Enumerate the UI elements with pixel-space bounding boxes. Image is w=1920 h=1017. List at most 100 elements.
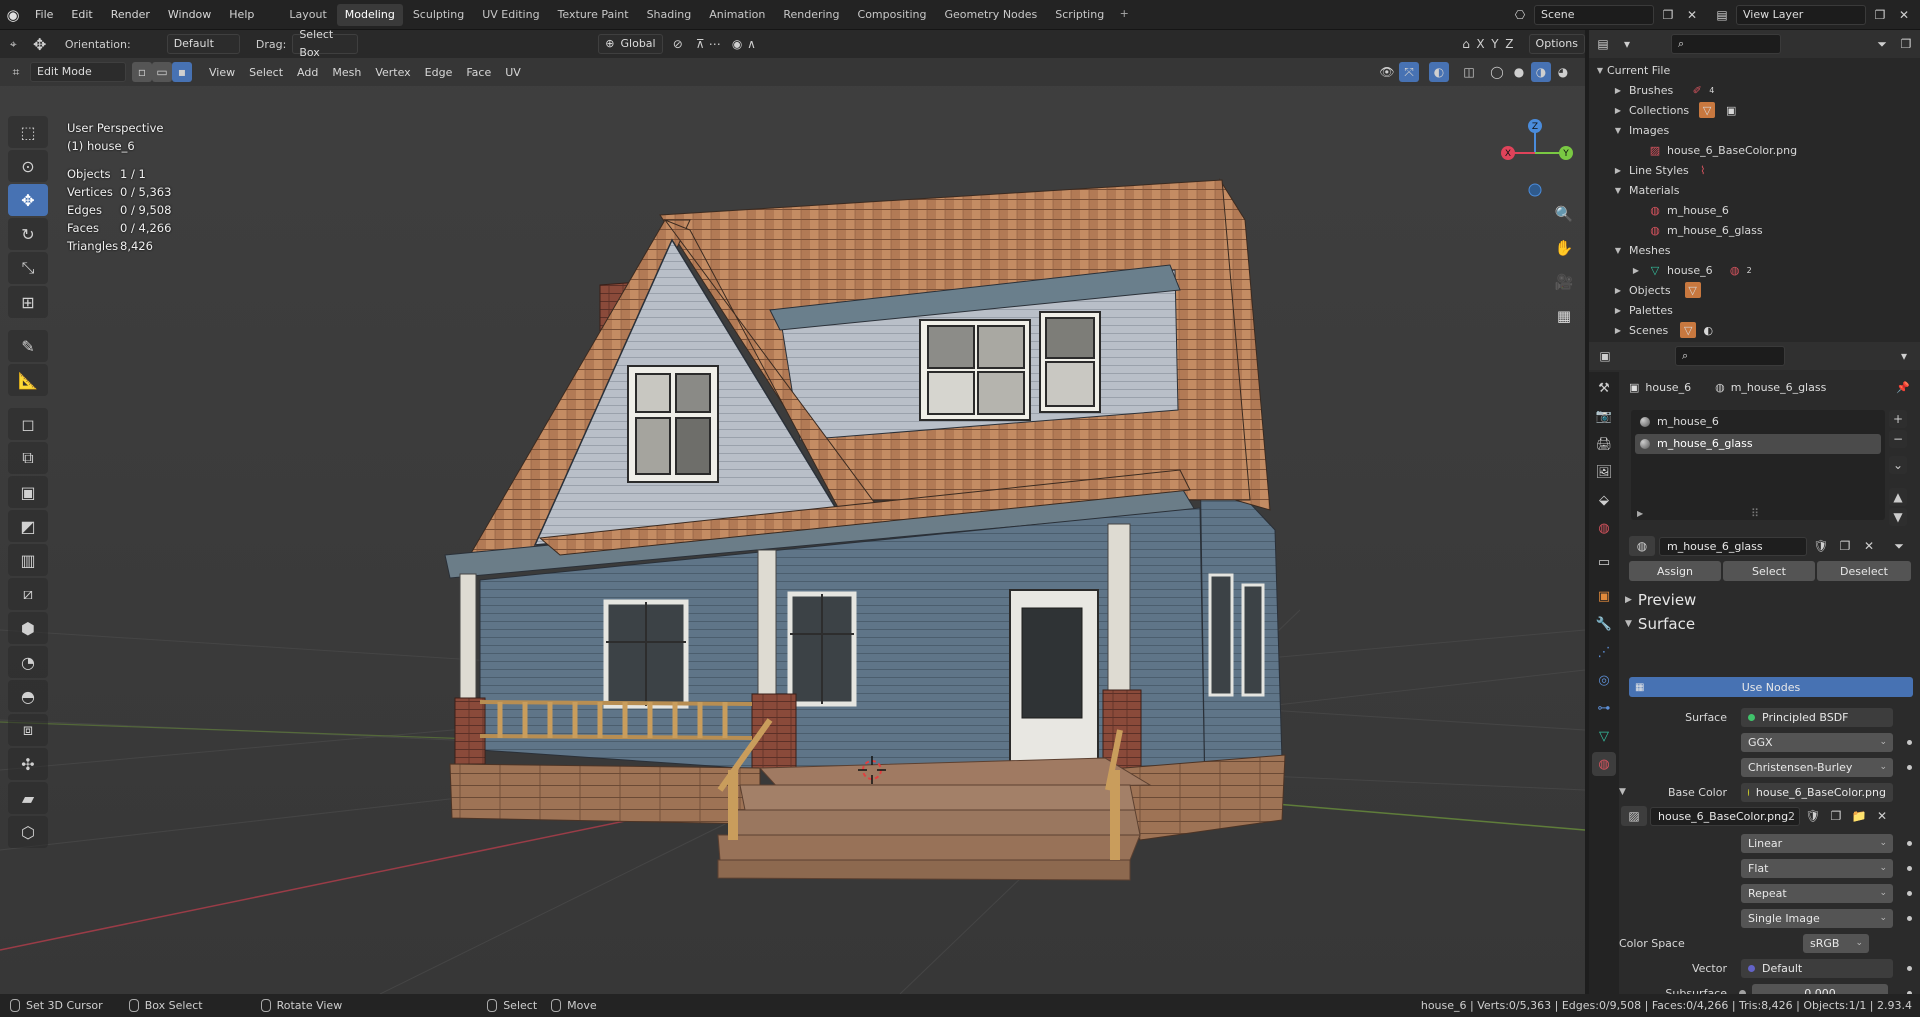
assign-button[interactable]: Assign	[1629, 561, 1721, 581]
proportional-edit-icon[interactable]: ◉	[730, 34, 744, 54]
poly-build-icon[interactable]: ⬢	[8, 612, 48, 644]
axis-x-toggle[interactable]: X	[1473, 34, 1487, 54]
annotate-icon[interactable]: ✎	[8, 330, 48, 362]
outliner-search-input[interactable]: ⌕	[1671, 34, 1781, 54]
pin-icon[interactable]: 📌	[1896, 381, 1910, 394]
rotate-icon[interactable]: ↻	[8, 218, 48, 250]
surface-panel-header[interactable]: ▼ Surface	[1619, 612, 1695, 636]
mode-dropdown[interactable]: Edit Mode	[30, 62, 126, 82]
menu-view[interactable]: View	[202, 66, 242, 79]
use-nodes-button[interactable]: ▦ Use Nodes	[1629, 677, 1913, 697]
new-view-layer-icon[interactable]: ❐	[1870, 5, 1890, 25]
image-source-dropdown[interactable]: Single Image ⌄	[1741, 908, 1893, 928]
material-slot-0[interactable]: m_house_6	[1635, 412, 1881, 432]
display-mode-icon[interactable]: ▾	[1617, 34, 1637, 54]
orientation-dropdown[interactable]: Default	[166, 34, 240, 54]
open-image-icon[interactable]: 📁	[1849, 806, 1869, 826]
surface-shader-field[interactable]: Principled BSDF	[1741, 707, 1893, 727]
menu-render[interactable]: Render	[102, 0, 159, 30]
menu-face[interactable]: Face	[459, 66, 498, 79]
menu-add[interactable]: Add	[290, 66, 325, 79]
new-collection-icon[interactable]: ❐	[1896, 34, 1916, 54]
keyframe-dot[interactable]	[1907, 865, 1912, 871]
edge-slide-icon[interactable]: ⧈	[8, 714, 48, 746]
tab-rendering[interactable]: Rendering	[775, 4, 847, 26]
move-slot-up-icon[interactable]: ▲	[1889, 488, 1907, 506]
browse-image-icon[interactable]: ▨	[1621, 806, 1647, 826]
outliner-item-basecolor-image[interactable]: ▨ house_6_BaseColor.png	[1589, 140, 1920, 160]
navigation-gizmo[interactable]: Z X Y	[1490, 118, 1580, 208]
link-menu-icon[interactable]: ⏷	[1889, 536, 1909, 556]
show-gizmo-icon[interactable]: ⤧	[1399, 62, 1419, 82]
pan-hand-icon[interactable]: ✋	[1548, 234, 1580, 262]
keyframe-dot[interactable]	[1907, 739, 1912, 745]
tab-animation[interactable]: Animation	[701, 4, 773, 26]
properties-editor-type-icon[interactable]: ▣	[1595, 346, 1615, 366]
editor-type-icon[interactable]: ⌖	[6, 34, 20, 54]
spin-icon[interactable]: ◔	[8, 646, 48, 678]
outliner-item-material-glass[interactable]: ◍ m_house_6_glass	[1589, 220, 1920, 240]
menu-vertex[interactable]: Vertex	[368, 66, 417, 79]
tab-scripting[interactable]: Scripting	[1047, 4, 1112, 26]
edge-select-icon[interactable]: ▭	[152, 62, 172, 82]
physics-tab-icon[interactable]: ◎	[1592, 668, 1616, 692]
inset-icon[interactable]: ▣	[8, 476, 48, 508]
modifier-tab-icon[interactable]: 🔧	[1592, 612, 1616, 636]
shear-icon[interactable]: ▰	[8, 782, 48, 814]
scale-icon[interactable]: ⤡	[8, 252, 48, 284]
outliner-item-materials[interactable]: ▼ Materials	[1589, 180, 1920, 200]
zoom-icon[interactable]: 🔍	[1548, 200, 1580, 228]
solid-shading-icon[interactable]: ●	[1509, 62, 1529, 82]
unlink-material-icon[interactable]: ✕	[1859, 536, 1879, 556]
rip-icon[interactable]: ⬡	[8, 816, 48, 848]
world-tab-icon[interactable]: ◍	[1592, 516, 1616, 540]
outliner-item-meshes[interactable]: ▼ Meshes	[1589, 240, 1920, 260]
extension-dropdown[interactable]: Repeat ⌄	[1741, 883, 1893, 903]
delete-view-layer-icon[interactable]: ✕	[1894, 5, 1914, 25]
outliner-item-objects[interactable]: ▶ Objects ▽	[1589, 280, 1920, 300]
slot-specials-icon[interactable]: ⌄	[1889, 456, 1907, 474]
menu-edit[interactable]: Edit	[62, 0, 101, 30]
vertex-select-icon[interactable]: ▫	[132, 62, 152, 82]
move-slot-down-icon[interactable]: ▼	[1889, 508, 1907, 526]
visibility-icon[interactable]: 👁	[1377, 62, 1397, 82]
extrude-icon[interactable]: ⧉	[8, 442, 48, 474]
tab-shading[interactable]: Shading	[639, 4, 700, 26]
filter-icon[interactable]: ⏷	[1872, 34, 1892, 54]
editor-type-icon-2[interactable]: ⌗	[6, 62, 26, 82]
collection-tab-icon[interactable]: ▭	[1592, 550, 1616, 574]
fake-user-icon[interactable]: 🛡	[1811, 536, 1831, 556]
interpolation-dropdown[interactable]: Linear ⌄	[1741, 833, 1893, 853]
knife-icon[interactable]: ⧄	[8, 578, 48, 610]
data-tab-icon[interactable]: ▽	[1592, 724, 1616, 748]
particles-tab-icon[interactable]: ⋰	[1592, 640, 1616, 664]
view-layer-browse-icon[interactable]: ▤	[1712, 5, 1732, 25]
scene-browse-icon[interactable]: ⎔	[1510, 5, 1530, 25]
properties-options-icon[interactable]: ▾	[1894, 346, 1914, 366]
browse-material-icon[interactable]: ◍	[1629, 536, 1655, 556]
menu-help[interactable]: Help	[220, 0, 263, 30]
rendered-shading-icon[interactable]: ◕	[1553, 62, 1573, 82]
new-scene-icon[interactable]: ❐	[1658, 5, 1678, 25]
image-fake-user-icon[interactable]: 🛡	[1803, 806, 1823, 826]
projection-dropdown[interactable]: Flat ⌄	[1741, 858, 1893, 878]
menu-edge[interactable]: Edge	[418, 66, 460, 79]
transform-icon[interactable]: ⊞	[8, 286, 48, 318]
view-layer-tab-icon[interactable]: 🖼	[1592, 460, 1616, 484]
drag-dropdown[interactable]: Select Box	[292, 30, 359, 59]
axis-z-toggle[interactable]: Z	[1502, 34, 1516, 54]
render-tab-icon[interactable]: 📷	[1592, 404, 1616, 428]
overlays-icon[interactable]: ◐	[1429, 62, 1449, 82]
select-button[interactable]: Select	[1723, 561, 1815, 581]
tab-modeling[interactable]: Modeling	[336, 4, 403, 26]
blender-logo-icon[interactable]: ◉	[0, 0, 26, 30]
axis-y-toggle[interactable]: Y	[1488, 34, 1502, 54]
duplicate-material-icon[interactable]: ❐	[1835, 536, 1855, 556]
new-image-icon[interactable]: ❐	[1826, 806, 1846, 826]
select-box-icon[interactable]: ⬚	[8, 116, 48, 148]
material-name-field[interactable]: m_house_6_glass	[1659, 536, 1807, 556]
add-cube-icon[interactable]: ◻	[8, 408, 48, 440]
3d-viewport[interactable]: ⌖ ✥ Orientation: Default Drag: Select Bo…	[0, 30, 1585, 994]
outliner-item-palettes[interactable]: ▶ Palettes	[1589, 300, 1920, 320]
outliner-item-mesh-house[interactable]: ▶ ▽ house_6 ◍ 2	[1589, 260, 1920, 280]
